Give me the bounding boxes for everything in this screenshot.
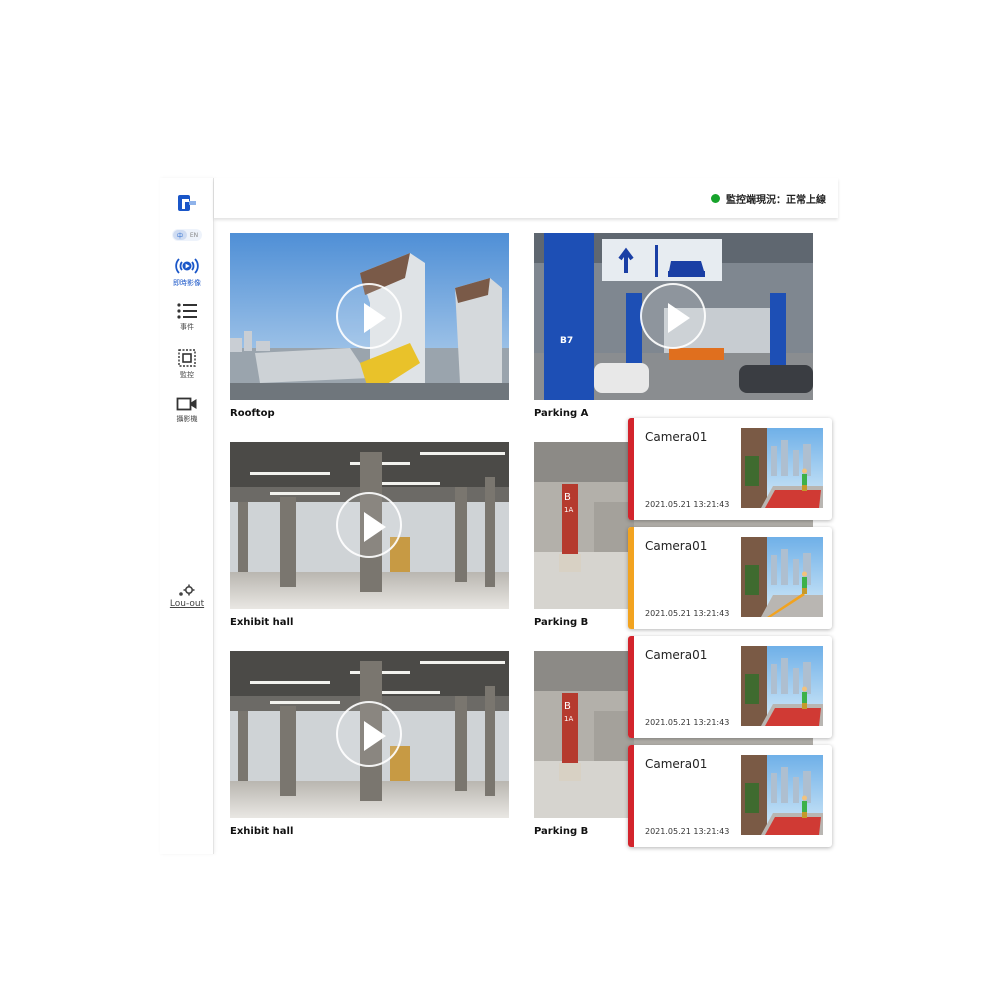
event-alert-card[interactable]: Camera01 2021.05.21 13:21:43 — [628, 636, 832, 738]
camera-thumbnail[interactable] — [230, 651, 509, 818]
status-text: 監控端現況：正常上線 — [726, 194, 826, 206]
app-frame: 中 EN 即時影像 事件 監控 攝影機 Lou-out 監控端現況：正常上線 R… — [160, 178, 838, 854]
svg-text:B: B — [564, 492, 571, 503]
alert-camera-name: Camera01 — [645, 539, 708, 553]
sidebar-item-label: 攝影機 — [176, 415, 198, 423]
sidebar-item-monitor[interactable]: 監控 — [160, 348, 214, 380]
sidebar-item-label: 事件 — [180, 323, 194, 331]
camera-tile[interactable]: B7 Parking A — [534, 233, 813, 419]
play-button[interactable] — [336, 701, 402, 767]
svg-text:B: B — [564, 701, 571, 712]
tile-label: Exhibit hall — [230, 617, 294, 628]
logout-label: Lou-out — [169, 599, 205, 609]
play-button[interactable] — [640, 283, 706, 349]
alert-level-bar — [628, 418, 634, 520]
sidebar: 中 EN 即時影像 事件 監控 攝影機 Lou-out — [160, 178, 214, 854]
sidebar-item-events[interactable]: 事件 — [160, 302, 214, 332]
top-header: 監控端現況：正常上線 — [214, 178, 838, 218]
alert-camera-name: Camera01 — [645, 757, 708, 771]
live-stream-icon — [175, 258, 199, 274]
event-alert-card[interactable]: Camera01 2021.05.21 13:21:43 — [628, 418, 832, 520]
sidebar-item-label: 即時影像 — [173, 279, 201, 287]
event-alert-card[interactable]: Camera01 2021.05.21 13:21:43 — [628, 745, 832, 847]
status-indicator-icon — [711, 193, 720, 203]
lang-zh-option[interactable]: 中 — [173, 230, 187, 240]
play-icon — [364, 512, 386, 542]
alert-level-bar — [628, 527, 634, 629]
list-icon — [177, 303, 197, 319]
camera-thumbnail[interactable] — [230, 442, 509, 609]
sidebar-item-live[interactable]: 即時影像 — [160, 256, 214, 288]
alert-camera-name: Camera01 — [645, 430, 708, 444]
alert-snapshot-image — [741, 755, 823, 835]
camera-tile[interactable]: Rooftop — [230, 233, 509, 419]
lang-en-option[interactable]: EN — [187, 232, 201, 239]
alert-snapshot-image — [741, 428, 823, 508]
camera-icon — [176, 397, 197, 411]
play-button[interactable] — [336, 283, 402, 349]
monitor-frame-icon — [178, 349, 196, 367]
logout-button[interactable]: Lou-out — [160, 584, 214, 609]
sidebar-item-label: 監控 — [180, 371, 194, 379]
play-button[interactable] — [336, 492, 402, 558]
alert-timestamp: 2021.05.21 13:21:43 — [645, 609, 730, 618]
alert-level-bar — [628, 636, 634, 738]
play-icon — [364, 721, 386, 751]
sidebar-item-camera[interactable]: 攝影機 — [160, 396, 214, 424]
tile-label: Exhibit hall — [230, 826, 294, 837]
camera-thumbnail[interactable]: B7 — [534, 233, 813, 400]
event-alert-card[interactable]: Camera01 2021.05.21 13:21:43 — [628, 527, 832, 629]
camera-thumbnail[interactable] — [230, 233, 509, 400]
language-toggle[interactable]: 中 EN — [172, 229, 202, 241]
alert-timestamp: 2021.05.21 13:21:43 — [645, 500, 730, 509]
svg-text:B7: B7 — [560, 336, 573, 346]
alert-camera-name: Camera01 — [645, 648, 708, 662]
alert-timestamp: 2021.05.21 13:21:43 — [645, 827, 730, 836]
app-logo-icon — [178, 195, 196, 211]
alert-timestamp: 2021.05.21 13:21:43 — [645, 718, 730, 727]
alert-snapshot-image — [741, 537, 823, 617]
settings-gear-icon — [179, 584, 195, 596]
camera-tile[interactable]: Exhibit hall — [230, 651, 509, 837]
camera-tile[interactable]: Exhibit hall — [230, 442, 509, 628]
alert-level-bar — [628, 745, 634, 847]
alert-snapshot-image — [741, 646, 823, 726]
tile-label: Rooftop — [230, 408, 275, 419]
play-icon — [668, 303, 690, 333]
svg-text:1A: 1A — [564, 715, 573, 723]
svg-text:1A: 1A — [564, 506, 573, 514]
play-icon — [364, 303, 386, 333]
